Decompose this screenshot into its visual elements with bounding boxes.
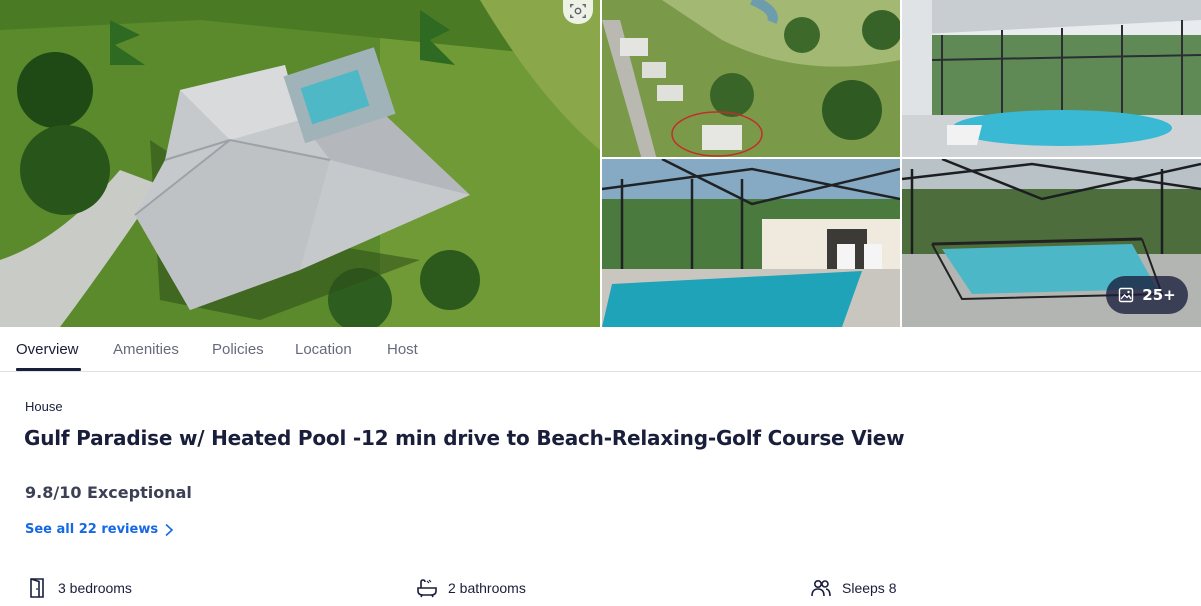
see-all-reviews-link[interactable]: See all 22 reviews — [25, 522, 174, 537]
sleeps-label: Sleeps 8 — [842, 580, 897, 596]
bathrooms-fact: 2 bathrooms — [416, 575, 526, 601]
tab-amenities[interactable]: Amenities — [113, 341, 179, 358]
view-all-photos-button[interactable]: 25+ — [1106, 276, 1188, 314]
reviews-link-label: See all 22 reviews — [25, 522, 159, 537]
guest-rating: 9.8/10 Exceptional — [25, 483, 192, 502]
screened-pool-1-image — [902, 0, 1201, 157]
bedrooms-label: 3 bedrooms — [58, 580, 132, 596]
photo-count-label: 25+ — [1142, 286, 1176, 304]
tab-overview[interactable]: Overview — [16, 341, 79, 358]
tab-host[interactable]: Host — [387, 341, 418, 358]
bathtub-icon — [417, 579, 437, 598]
photo-screened-pool-2[interactable] — [602, 159, 900, 327]
main-photo-aerial-house[interactable] — [0, 0, 600, 327]
photo-stack-icon — [1119, 287, 1134, 303]
chevron-right-icon — [165, 523, 174, 536]
bathrooms-label: 2 bathrooms — [448, 580, 526, 596]
active-tab-indicator — [16, 368, 81, 371]
tab-policies[interactable]: Policies — [212, 341, 264, 358]
door-icon — [30, 578, 44, 598]
listing-title: Gulf Paradise w/ Heated Pool -12 min dri… — [24, 426, 905, 450]
photo-aerial-neighborhood[interactable] — [602, 0, 900, 157]
aerial-neighborhood-image — [602, 0, 900, 157]
tab-location[interactable]: Location — [295, 341, 352, 358]
main-photo-image — [0, 0, 600, 327]
property-type: House — [25, 399, 63, 414]
sleeps-fact: Sleeps 8 — [810, 575, 896, 601]
people-icon — [811, 579, 831, 597]
visual-search-icon — [570, 3, 586, 19]
bedrooms-fact: 3 bedrooms — [26, 575, 132, 601]
section-tabs: Overview Amenities Policies Location Hos… — [0, 327, 1201, 372]
photo-screened-pool-1[interactable] — [902, 0, 1201, 157]
screened-pool-2-image — [602, 159, 900, 327]
photo-gallery: 25+ — [0, 0, 1201, 327]
